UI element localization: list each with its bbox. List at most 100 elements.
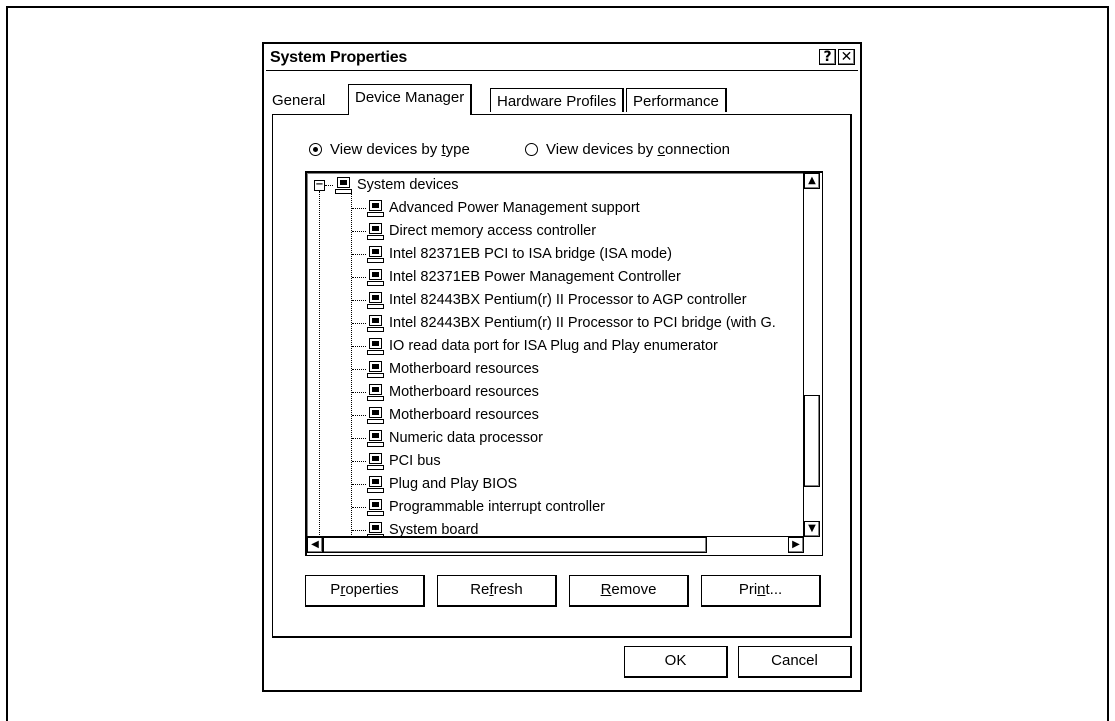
help-button[interactable]: ? xyxy=(819,49,836,65)
tree-root-label: System devices xyxy=(357,177,459,193)
device-icon xyxy=(367,384,384,401)
scroll-right-arrow-icon[interactable]: ▶ xyxy=(788,537,804,553)
device-icon xyxy=(367,361,384,378)
tree-item-label: Motherboard resources xyxy=(389,361,539,377)
tree-connector xyxy=(319,191,320,537)
device-icon xyxy=(367,269,384,286)
radio-view-by-connection[interactable]: View devices by connection xyxy=(525,141,730,158)
tree-item-label: Motherboard resources xyxy=(389,407,539,423)
ok-button[interactable]: OK xyxy=(624,646,728,678)
vertical-scroll-thumb[interactable] xyxy=(804,395,820,487)
tree-connector xyxy=(352,369,366,370)
tree-item-label: PCI bus xyxy=(389,453,441,469)
device-icon xyxy=(367,453,384,470)
tree-item[interactable]: Motherboard resources xyxy=(367,404,539,426)
tree-item[interactable]: System board xyxy=(367,519,478,537)
cancel-button[interactable]: Cancel xyxy=(738,646,852,678)
tree-item[interactable]: Programmable interrupt controller xyxy=(367,496,605,518)
radio-unselected-indicator xyxy=(525,143,538,156)
collapse-icon[interactable]: − xyxy=(314,180,325,191)
tree-item-label: Advanced Power Management support xyxy=(389,200,640,216)
tree-connector xyxy=(351,193,352,537)
close-button[interactable]: ✕ xyxy=(838,49,855,65)
tree-connector xyxy=(352,415,366,416)
horizontal-scroll-thumb[interactable] xyxy=(323,537,707,553)
tree-item[interactable]: Intel 82443BX Pentium(r) II Processor to… xyxy=(367,312,776,334)
tree-item[interactable]: Plug and Play BIOS xyxy=(367,473,517,495)
scroll-up-arrow-icon[interactable]: ▲ xyxy=(804,173,820,189)
tree-connector xyxy=(352,392,366,393)
tree-item-label: Intel 82371EB Power Management Controlle… xyxy=(389,269,681,285)
scrollbar-corner xyxy=(804,537,822,555)
tree-connector xyxy=(352,438,366,439)
print-button[interactable]: Print... xyxy=(701,575,821,607)
tab-device-manager[interactable]: Device Manager xyxy=(348,84,473,115)
device-icon xyxy=(367,430,384,447)
tree-connector xyxy=(325,185,333,186)
device-icon xyxy=(367,476,384,493)
refresh-button[interactable]: Refresh xyxy=(437,575,557,607)
device-tree-list[interactable]: − System devices Advanced Power Manageme… xyxy=(305,171,823,556)
device-icon xyxy=(367,407,384,424)
tree-item[interactable]: Intel 82371EB Power Management Controlle… xyxy=(367,266,681,288)
tab-general[interactable]: General xyxy=(266,88,332,112)
tree-connector xyxy=(352,231,366,232)
tree-item-label: Numeric data processor xyxy=(389,430,543,446)
tree-item-label: IO read data port for ISA Plug and Play … xyxy=(389,338,718,354)
system-properties-dialog: System Properties ? ✕ General Device Man… xyxy=(262,42,862,692)
tree-connector xyxy=(352,323,366,324)
radio-selected-indicator xyxy=(309,143,322,156)
tree-connector xyxy=(352,461,366,462)
tree-item-label: Intel 82371EB PCI to ISA bridge (ISA mod… xyxy=(389,246,672,262)
remove-button[interactable]: Remove xyxy=(569,575,689,607)
tree-connector xyxy=(352,346,366,347)
radio-view-by-type-label: View devices by type xyxy=(330,141,470,158)
tree-item[interactable]: Intel 82371EB PCI to ISA bridge (ISA mod… xyxy=(367,243,672,265)
title-bar: System Properties ? ✕ xyxy=(266,46,858,71)
scroll-down-arrow-icon[interactable]: ▼ xyxy=(804,521,820,537)
tree-connector xyxy=(352,530,366,531)
device-icon xyxy=(367,200,384,217)
tree-item-label: Intel 82443BX Pentium(r) II Processor to… xyxy=(389,315,776,331)
tree-item-label: Plug and Play BIOS xyxy=(389,476,518,492)
tree-item-label: Intel 82443BX Pentium(r) II Processor to… xyxy=(389,292,747,308)
tree-connector xyxy=(352,484,366,485)
tree-item[interactable]: Numeric data processor xyxy=(367,427,543,449)
tree-connector xyxy=(352,300,366,301)
device-icon xyxy=(367,522,384,537)
radio-view-by-type[interactable]: View devices by type xyxy=(309,141,470,158)
device-icon xyxy=(367,292,384,309)
horizontal-scrollbar[interactable]: ◀ ▶ xyxy=(307,536,804,555)
tree-item-label: Motherboard resources xyxy=(389,384,539,400)
device-manager-panel: View devices by type View devices by con… xyxy=(272,114,852,638)
device-icon xyxy=(367,246,384,263)
tree-item[interactable]: Direct memory access controller xyxy=(367,220,596,242)
tree-item[interactable]: PCI bus xyxy=(367,450,441,472)
tree-item[interactable]: Motherboard resources xyxy=(367,358,539,380)
tab-hardware-profiles[interactable]: Hardware Profiles xyxy=(490,88,625,112)
tab-performance[interactable]: Performance xyxy=(626,88,727,112)
tree-item[interactable]: IO read data port for ISA Plug and Play … xyxy=(367,335,718,357)
vertical-scrollbar[interactable]: ▲ ▼ xyxy=(803,173,822,537)
device-icon xyxy=(367,338,384,355)
device-tree-rows: − System devices Advanced Power Manageme… xyxy=(307,173,804,537)
tree-connector xyxy=(352,277,366,278)
properties-button[interactable]: Properties xyxy=(305,575,425,607)
tree-item[interactable]: Advanced Power Management support xyxy=(367,197,640,219)
device-icon xyxy=(367,315,384,332)
tree-item[interactable]: Motherboard resources xyxy=(367,381,539,403)
scroll-left-arrow-icon[interactable]: ◀ xyxy=(307,537,323,553)
device-icon xyxy=(367,499,384,516)
tree-item-label: Direct memory access controller xyxy=(389,223,597,239)
tree-connector xyxy=(352,208,366,209)
dialog-title: System Properties xyxy=(270,49,408,66)
radio-view-by-connection-label: View devices by connection xyxy=(546,141,731,158)
device-icon xyxy=(367,223,384,240)
tree-item-label: Programmable interrupt controller xyxy=(389,499,605,515)
tree-item-label: System board xyxy=(389,522,479,537)
tree-item[interactable]: Intel 82443BX Pentium(r) II Processor to… xyxy=(367,289,747,311)
tree-root-system-devices[interactable]: System devices xyxy=(335,174,459,196)
computer-icon xyxy=(335,177,352,194)
tree-connector xyxy=(352,507,366,508)
tree-connector xyxy=(352,254,366,255)
